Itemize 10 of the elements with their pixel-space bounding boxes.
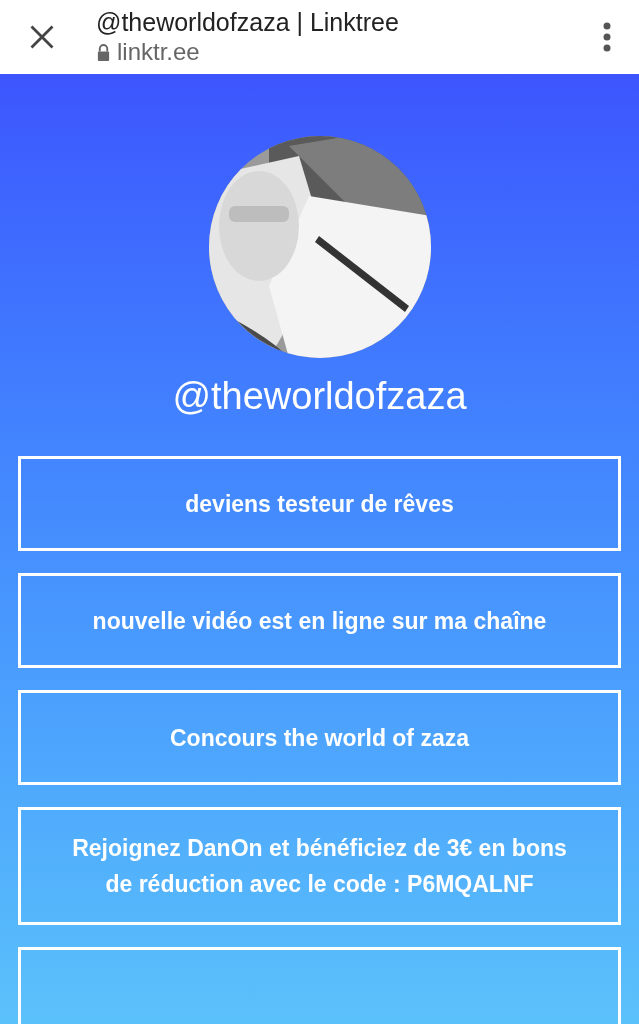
close-icon[interactable] [28,23,56,51]
lock-icon [96,43,111,61]
page-url: linktr.ee [117,37,200,67]
link-button[interactable]: Concours the world of zaza [18,690,621,785]
more-icon[interactable] [603,22,611,52]
link-button[interactable]: Rejoignez DanOn et bénéficiez de 3€ en bons de réduction avec le code : P6MQALNF [18,807,621,925]
link-button[interactable]: nouvelle vidéo est en ligne sur ma chaîne [18,573,621,668]
page-title: @theworldofzaza | Linktree [96,7,400,37]
link-button[interactable]: deviens testeur de rêves [18,456,621,551]
username: @theworldofzaza [172,374,467,419]
